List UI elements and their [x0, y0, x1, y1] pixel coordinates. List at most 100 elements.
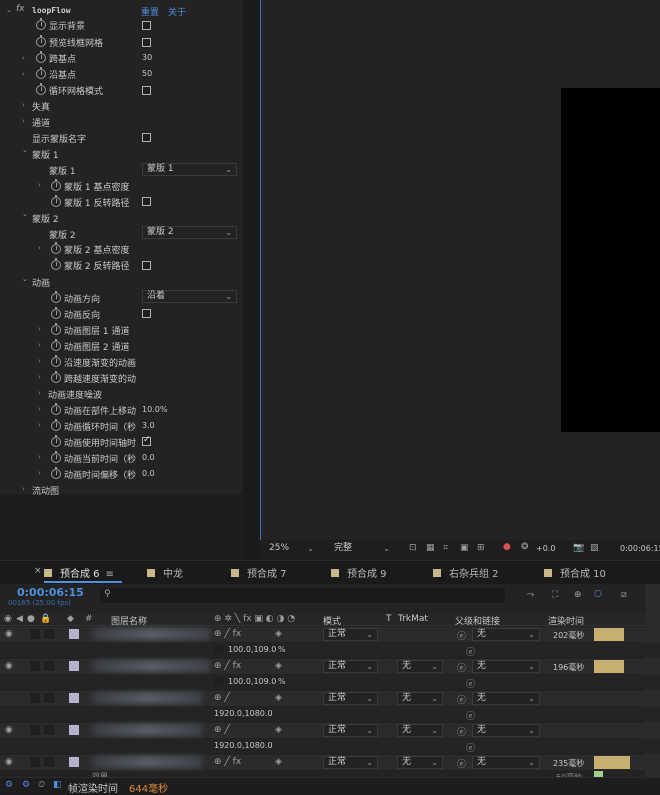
stopwatch-icon[interactable] [51, 242, 61, 254]
shy-icon[interactable]: ⊕ [574, 590, 582, 600]
header-layer-name[interactable]: 图层名称 [111, 614, 147, 627]
chevron-right-icon[interactable]: › [22, 485, 25, 493]
toggle-switches-icon[interactable]: ⚙ [5, 780, 13, 790]
parent-dropdown[interactable]: 无 ⌄ [472, 756, 540, 769]
solo-box[interactable] [30, 693, 40, 703]
mask2-dropdown[interactable]: 蒙版 2 ⌄ [142, 226, 237, 239]
viewer-timecode[interactable]: 0:00:06:15 [620, 544, 660, 553]
pickwhip-icon[interactable]: ⓔ [466, 677, 475, 690]
chevron-right-icon[interactable]: › [38, 244, 41, 252]
switches-icon[interactable]: ⊕ ╱ [214, 725, 230, 735]
menu-icon[interactable]: ≡ [106, 569, 114, 580]
motion-blur-icon[interactable]: ◈ [275, 725, 282, 735]
chevron-right-icon[interactable]: › [22, 117, 25, 125]
anim-cur-time-value[interactable]: 0.0 [142, 453, 155, 462]
group-anim[interactable]: 动画 [32, 276, 50, 289]
solo-box[interactable] [214, 677, 224, 687]
scale-value[interactable]: 100.0,109.0 [228, 645, 276, 654]
trkmat-dropdown[interactable]: 无 ⌄ [397, 692, 443, 705]
graph-icon[interactable]: ◧ [53, 780, 62, 790]
mode-dropdown[interactable]: 正常 ⌄ [323, 628, 378, 641]
chevron-down-icon[interactable]: ⌄ [22, 146, 28, 154]
anim-use-time-checkbox[interactable] [142, 435, 151, 446]
tab-soldier-group[interactable]: 右杂兵组 2 [433, 565, 499, 580]
group-mask2[interactable]: 蒙版 2 [32, 212, 59, 225]
lock-box[interactable] [44, 757, 54, 767]
label-swatch[interactable] [69, 693, 79, 703]
camera-snapshot-icon[interactable]: 📷 [573, 543, 584, 553]
safe-area-icon[interactable]: ▣ [460, 543, 469, 553]
switches-icon[interactable]: ⊕ ╱ fx [214, 629, 241, 639]
pickwhip-icon[interactable]: ⓔ [457, 725, 466, 738]
pickwhip-icon[interactable]: ⓔ [457, 757, 466, 770]
pickwhip-icon[interactable]: ⓔ [466, 741, 475, 754]
chevron-right-icon[interactable]: › [38, 453, 41, 461]
stopwatch-icon[interactable] [51, 467, 61, 479]
grid-icon[interactable]: ⊞ [477, 543, 485, 553]
motion-blur-icon[interactable]: ◈ [275, 693, 282, 703]
chevron-right-icon[interactable]: › [38, 373, 41, 381]
reset-link[interactable]: 重置 [141, 5, 159, 18]
parent-dropdown[interactable]: 无 ⌄ [472, 724, 540, 737]
stopwatch-icon[interactable] [51, 258, 61, 270]
trkmat-dropdown[interactable]: 无 ⌄ [397, 724, 443, 737]
motion-blur-icon[interactable]: ◈ [275, 629, 282, 639]
mask2-reverse-checkbox[interactable] [142, 261, 151, 270]
show-snapshot-icon[interactable]: ▨ [590, 543, 599, 553]
solo-box[interactable] [30, 661, 40, 671]
group-flow-map[interactable]: 流动图 [32, 484, 59, 497]
anim-move-value[interactable]: 10.0 [142, 405, 160, 414]
header-t[interactable]: T [386, 614, 392, 624]
eye-icon[interactable]: ◉ [5, 725, 13, 735]
stopwatch-icon[interactable] [51, 451, 61, 463]
mode-dropdown[interactable]: 正常 ⌄ [323, 660, 378, 673]
trkmat-dropdown[interactable]: 无 ⌄ [397, 756, 443, 769]
anim-dir-dropdown[interactable]: 沿着 ⌄ [142, 290, 237, 303]
tab-zhonglong[interactable]: 中龙 [147, 565, 183, 580]
solo-box[interactable] [30, 757, 40, 767]
chevron-right-icon[interactable]: › [38, 325, 41, 333]
comp-flow-icon[interactable]: ⤳ [527, 590, 534, 600]
quality-dropdown[interactable]: 完整 ⌄ [329, 542, 395, 555]
solo-box[interactable] [30, 725, 40, 735]
stopwatch-icon[interactable] [51, 371, 61, 383]
stopwatch-icon[interactable] [36, 83, 46, 95]
tab-precomp-9[interactable]: 预合成 9 [331, 565, 387, 580]
stopwatch-icon[interactable] [51, 403, 61, 415]
mode-dropdown[interactable]: 正常 ⌄ [323, 724, 378, 737]
chevron-right-icon[interactable]: › [38, 421, 41, 429]
scale-value[interactable]: 100.0,109.0 [228, 677, 276, 686]
label-icon[interactable]: ◆ [67, 614, 74, 624]
mode-dropdown[interactable]: 正常 ⌄ [323, 692, 378, 705]
label-swatch[interactable] [69, 661, 79, 671]
mask-path-icon[interactable]: ⌗ [443, 543, 448, 553]
composition-canvas[interactable] [561, 88, 660, 432]
anim-cycle-value[interactable]: 3.0 [142, 421, 155, 430]
mask1-dropdown[interactable]: 蒙版 1 ⌄ [142, 163, 237, 176]
tab-precomp-6[interactable]: 预合成 6 ≡ [44, 565, 114, 580]
show-mask-name-checkbox[interactable] [142, 133, 151, 142]
header-mode[interactable]: 模式 [323, 614, 341, 627]
about-link[interactable]: 关于 [168, 5, 186, 18]
stopwatch-icon[interactable] [51, 291, 61, 303]
chevron-right-icon[interactable]: › [38, 405, 41, 413]
motion-blur-icon[interactable]: ◈ [275, 661, 282, 671]
stopwatch-icon[interactable] [36, 67, 46, 79]
pickwhip-icon[interactable]: ⓔ [466, 709, 475, 722]
chevron-right-icon[interactable]: › [22, 54, 25, 62]
graph-editor-icon[interactable]: ⧄ [621, 590, 627, 600]
mask1-reverse-checkbox[interactable] [142, 197, 151, 206]
chevron-right-icon[interactable]: › [38, 357, 41, 365]
chevron-down-icon[interactable]: ⌄ [22, 275, 28, 283]
stopwatch-icon[interactable] [51, 307, 61, 319]
chevron-down-icon[interactable]: ⌄ [6, 6, 12, 14]
timeline-timecode[interactable]: 0:00:06:15 [17, 586, 84, 599]
header-parent[interactable]: 父级和链接 [455, 614, 500, 627]
render-time-icon[interactable]: ⏲ [38, 780, 45, 790]
lock-box[interactable] [44, 725, 54, 735]
draft-3d-icon[interactable]: ⛶ [552, 590, 558, 600]
zoom-dropdown[interactable]: 25% ⌄ [264, 542, 319, 555]
stopwatch-icon[interactable] [51, 435, 61, 447]
stopwatch-icon[interactable] [51, 355, 61, 367]
pickwhip-icon[interactable]: ⓔ [457, 661, 466, 674]
